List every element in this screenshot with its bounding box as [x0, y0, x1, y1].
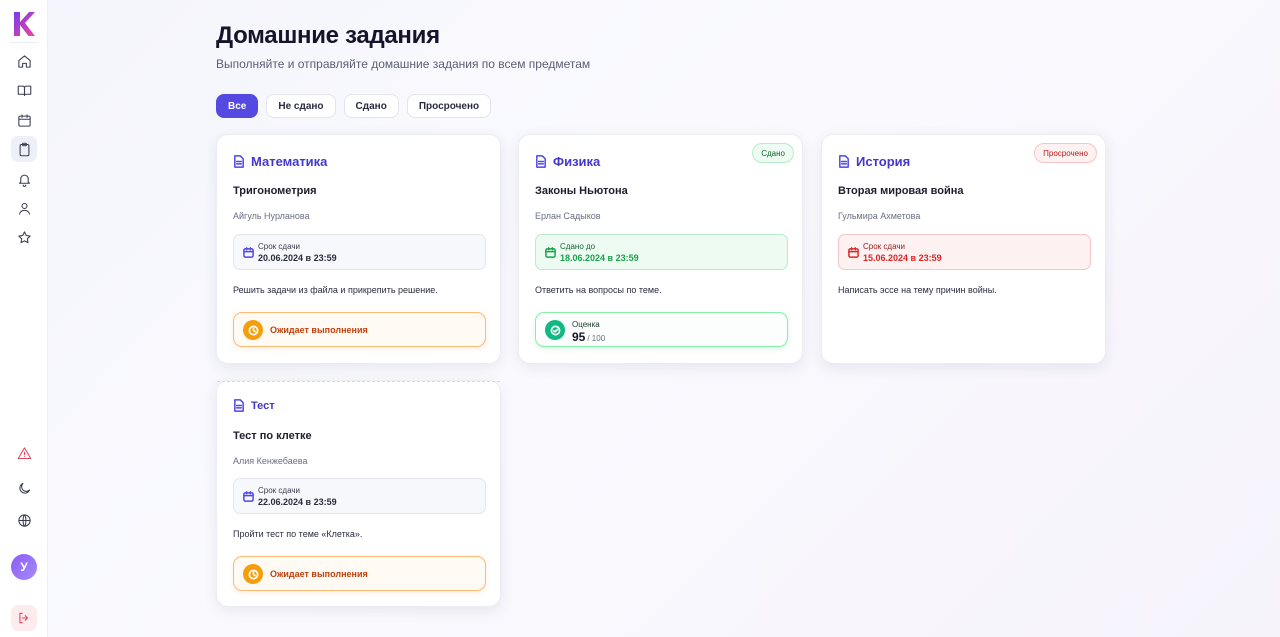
homework-card-history[interactable]: Просрочено История Вторая мировая война …: [821, 134, 1106, 364]
theme-toggle[interactable]: [11, 475, 37, 501]
card-title: Тригонометрия: [233, 185, 317, 197]
filter-tabs: Все Не сдано Сдано Просрочено: [216, 94, 492, 118]
book-icon: [17, 85, 31, 96]
clock-icon: [243, 320, 263, 340]
status-pending[interactable]: Ожидает выполнения: [233, 556, 486, 591]
page-title: Домашние задания: [216, 22, 440, 49]
document-icon: [536, 155, 546, 168]
calendar-icon: [243, 491, 254, 502]
calendar-icon: [848, 247, 859, 258]
card-description: Ответить на вопросы по теме.: [535, 285, 662, 295]
page-subtitle: Выполняйте и отправляйте домашние задани…: [216, 57, 591, 71]
user-icon: [18, 202, 30, 215]
star-icon: [17, 230, 31, 243]
home-icon: [17, 54, 31, 68]
card-teacher: Алия Кенжебаева: [233, 456, 308, 466]
document-icon: [234, 399, 244, 412]
card-description: Написать эссе на тему причин войны.: [838, 285, 997, 295]
deadline-value: 18.06.2024 в 23:59: [560, 253, 639, 263]
clipboard-icon: [19, 142, 29, 156]
logout-button[interactable]: [11, 605, 37, 631]
grade-value: 95/ 100: [572, 330, 605, 344]
nav-library[interactable]: [11, 77, 37, 103]
card-description: Решить задачи из файла и прикрепить реше…: [233, 285, 438, 295]
card-subject: Математика: [233, 154, 327, 169]
deadline-label: Срок сдачи: [258, 486, 300, 495]
status-badge: Просрочено: [1034, 143, 1097, 163]
deadline-box: Срок сдачи 15.06.2024 в 23:59: [838, 234, 1091, 270]
moon-icon: [18, 482, 30, 494]
clock-icon: [243, 564, 263, 584]
grade-max: / 100: [587, 334, 606, 343]
deadline-value: 22.06.2024 в 23:59: [258, 497, 337, 507]
calendar-icon: [545, 247, 556, 258]
card-subject-label: Физика: [553, 154, 601, 169]
card-teacher: Айгуль Нурланова: [233, 211, 310, 221]
avatar[interactable]: У: [11, 554, 37, 580]
logo-divider: [10, 42, 38, 43]
calendar-icon: [243, 247, 254, 258]
nav-notifications[interactable]: [11, 166, 37, 192]
card-title: Тест по клетке: [233, 430, 312, 442]
card-teacher: Ерлан Садыков: [535, 211, 601, 221]
logout-icon: [19, 612, 29, 624]
sidebar: У: [0, 0, 48, 637]
calendar-icon: [17, 113, 31, 127]
globe-icon: [17, 513, 31, 527]
deadline-label: Сдано до: [560, 242, 596, 251]
nav-report-problem[interactable]: [11, 440, 37, 466]
nav-home[interactable]: [11, 48, 37, 74]
card-subject-label: История: [856, 154, 911, 169]
nav-favorites[interactable]: [11, 224, 37, 250]
grade-label: Оценка: [572, 320, 600, 329]
card-subject: Тест: [233, 399, 275, 412]
tab-not-submitted[interactable]: Не сдано: [266, 94, 336, 118]
deadline-box: Сдано до 18.06.2024 в 23:59: [535, 234, 788, 270]
app-logo[interactable]: [12, 10, 36, 38]
card-subject-label: Математика: [251, 154, 328, 169]
tab-submitted[interactable]: Сдано: [343, 94, 399, 118]
card-description: Пройти тест по теме «Клетка».: [233, 529, 363, 539]
card-title: Законы Ньютона: [535, 185, 628, 197]
deadline-box: Срок сдачи 20.06.2024 в 23:59: [233, 234, 486, 270]
card-title: Вторая мировая война: [838, 185, 964, 197]
nav-calendar[interactable]: [11, 107, 37, 133]
tab-overdue[interactable]: Просрочено: [406, 94, 492, 118]
card-subject: История: [838, 154, 910, 169]
deadline-value: 15.06.2024 в 23:59: [863, 253, 942, 263]
alert-triangle-icon: [17, 446, 31, 459]
language-switch[interactable]: [11, 507, 37, 533]
deadline-label: Срок сдачи: [258, 242, 300, 251]
status-pending[interactable]: Ожидает выполнения: [233, 312, 486, 347]
grade-score: 95: [572, 330, 586, 344]
deadline-value: 20.06.2024 в 23:59: [258, 253, 337, 263]
grade-box[interactable]: Оценка 95/ 100: [535, 312, 788, 347]
document-icon: [234, 155, 244, 168]
deadline-label: Срок сдачи: [863, 242, 905, 251]
homework-card-test[interactable]: Тест Тест по клетке Алия Кенжебаева Срок…: [216, 380, 501, 607]
document-icon: [839, 155, 849, 168]
homework-card-math[interactable]: Математика Тригонометрия Айгуль Нурланов…: [216, 134, 501, 364]
homework-card-physics[interactable]: Сдано Физика Законы Ньютона Ерлан Садыко…: [518, 134, 803, 364]
card-subject-label: Тест: [251, 399, 275, 412]
check-circle-icon: [545, 320, 565, 340]
status-text: Ожидает выполнения: [270, 325, 368, 335]
bell-icon: [18, 174, 30, 187]
status-badge: Сдано: [752, 143, 794, 163]
card-teacher: Гульмира Ахметова: [838, 211, 921, 221]
status-text: Ожидает выполнения: [270, 569, 368, 579]
nav-profile[interactable]: [11, 195, 37, 221]
deadline-box: Срок сдачи 22.06.2024 в 23:59: [233, 478, 486, 514]
card-subject: Физика: [535, 154, 600, 169]
tab-all[interactable]: Все: [216, 94, 259, 118]
nav-homework[interactable]: [11, 136, 37, 162]
card-top-divider: [217, 381, 500, 382]
